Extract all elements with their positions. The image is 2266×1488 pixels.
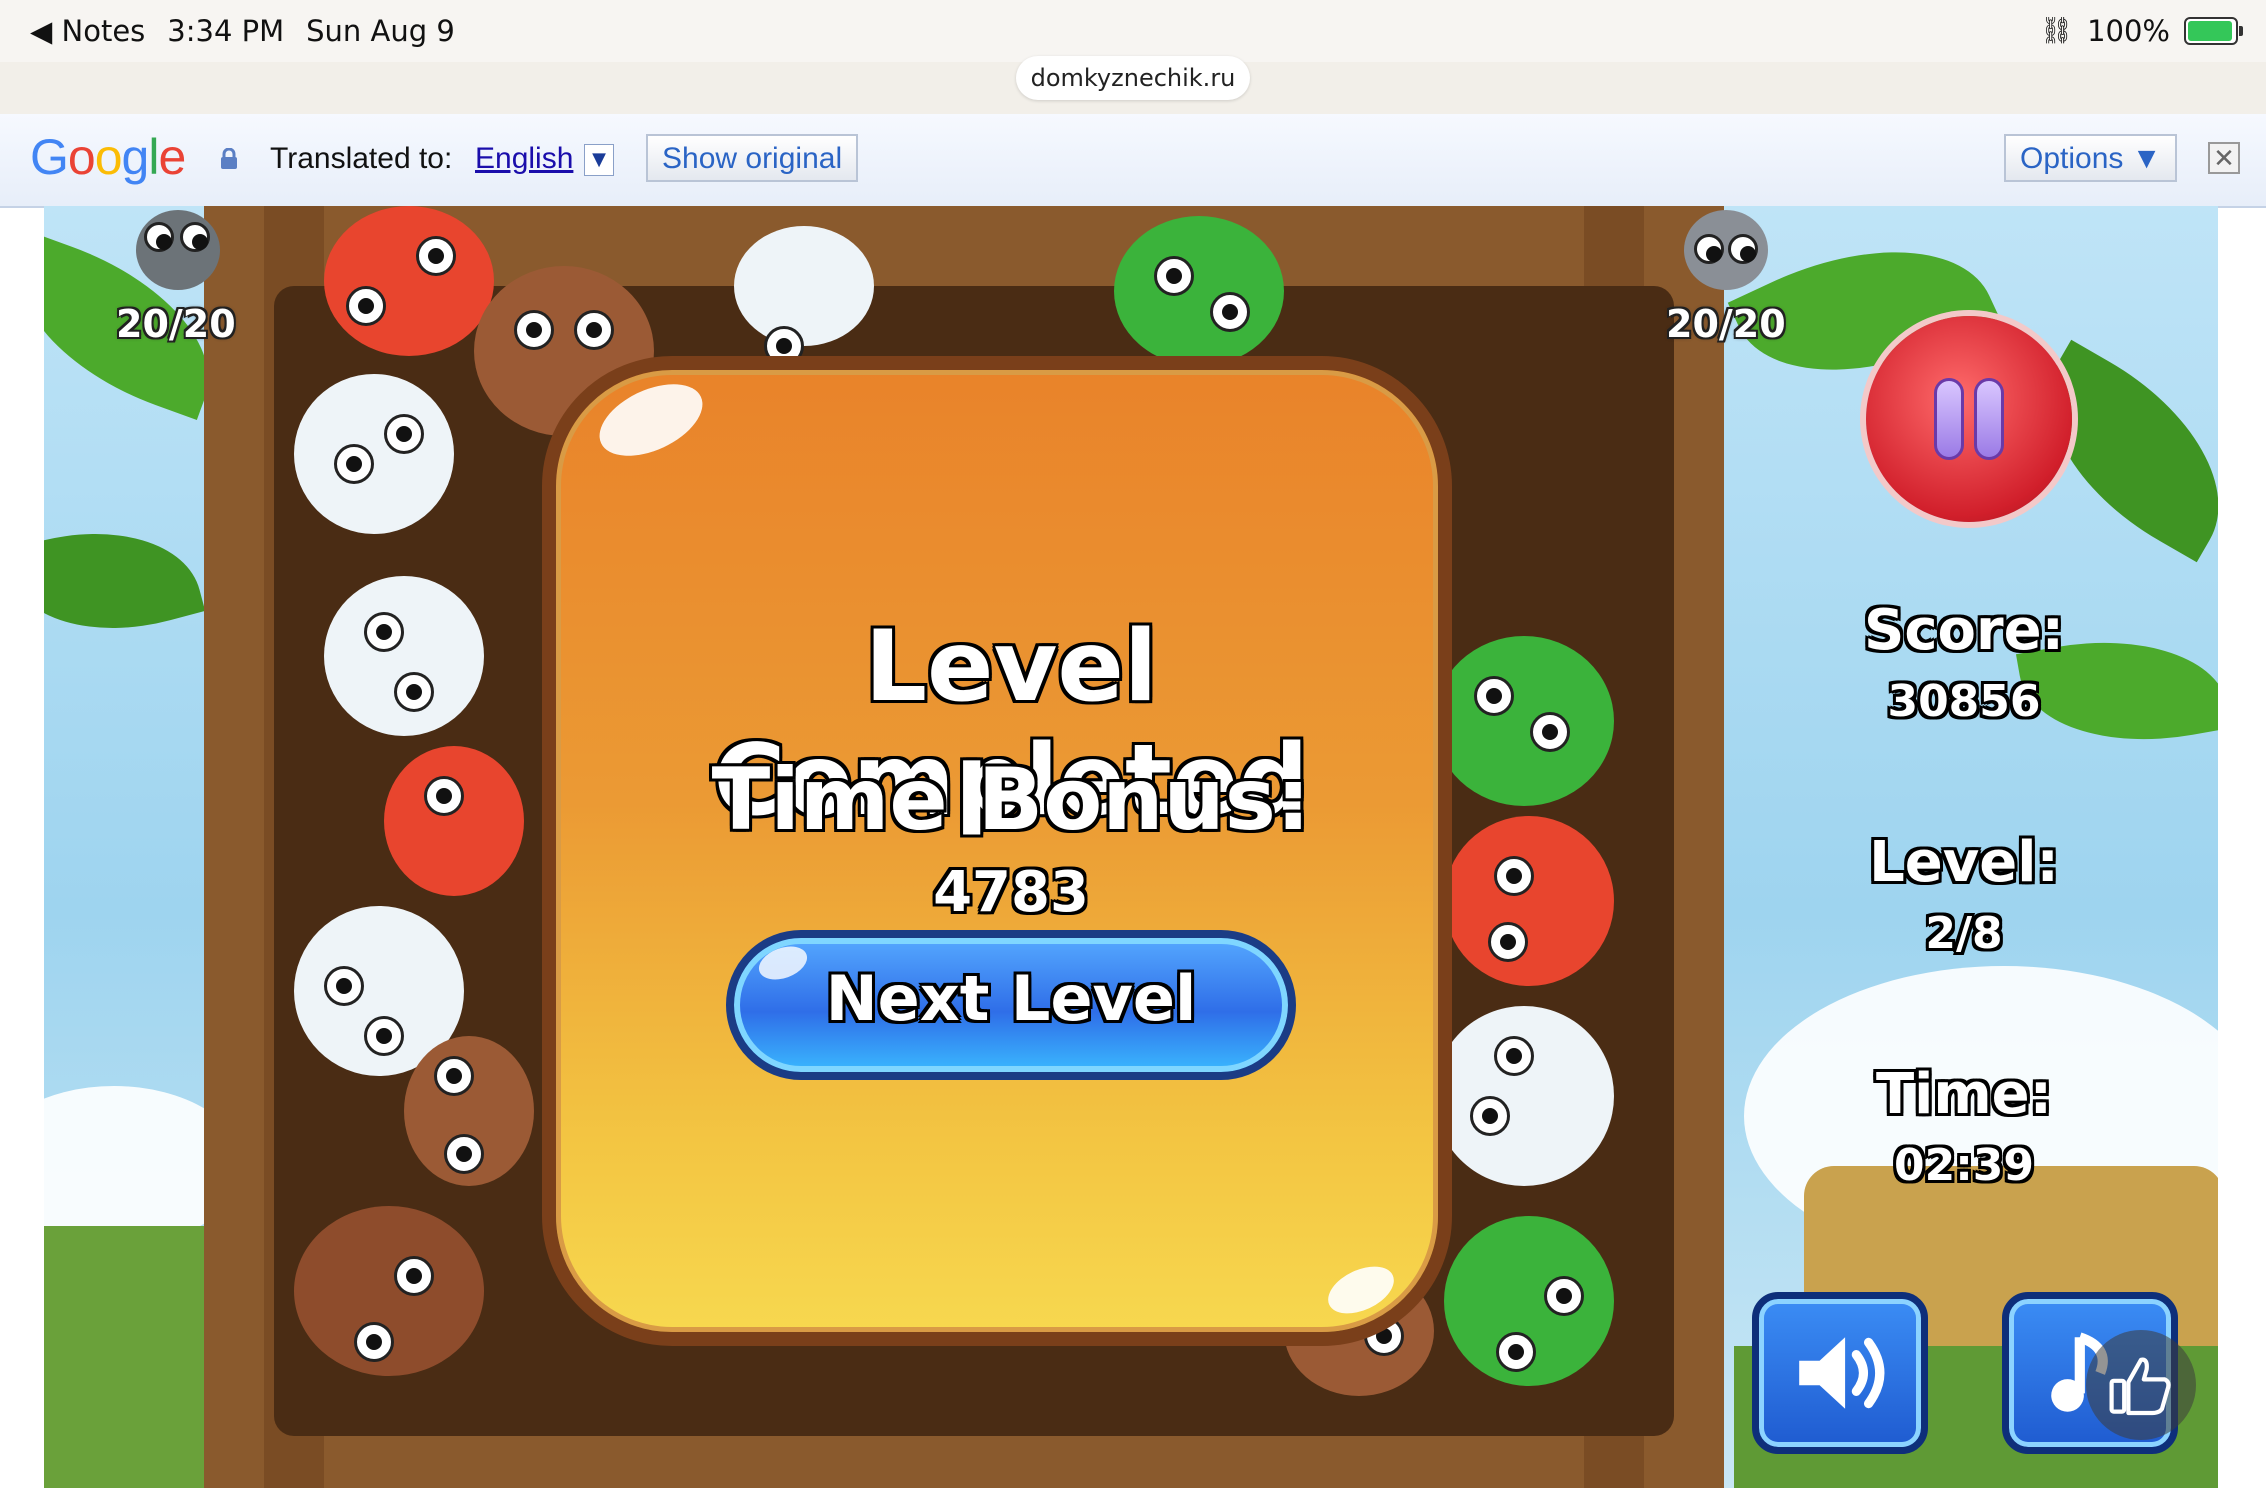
level-completed-panel: Level Completed Time Bonus: 4783 Next Le…	[542, 356, 1452, 1346]
rabbit-tile[interactable]	[324, 576, 484, 736]
language-link[interactable]: English	[475, 142, 573, 176]
time-bonus-label: Time Bonus:	[711, 750, 1311, 850]
leaf	[44, 504, 206, 658]
thumbs-up-icon	[2109, 1357, 2171, 1416]
translated-to-label: Translated to:	[270, 142, 453, 175]
raccoon-icon	[1684, 210, 1768, 290]
translate-bar: Google Translated to: English ▼ Show ori…	[0, 114, 2266, 208]
close-translate-icon[interactable]: ✕	[2208, 142, 2240, 174]
game-canvas[interactable]: 20/20 20/20 Level Completed Time Bonus: …	[44, 206, 2218, 1488]
lock-icon	[221, 148, 237, 169]
crocodile-icon	[136, 210, 220, 290]
fox-tile[interactable]	[324, 206, 494, 356]
sound-button[interactable]	[1752, 1292, 1928, 1454]
link-icon: ⛓	[2040, 16, 2074, 46]
google-logo: Google	[30, 129, 186, 185]
battery-percent: 100%	[2087, 14, 2170, 48]
left-counter: 20/20	[116, 302, 236, 346]
status-time: 3:34 PM	[167, 14, 285, 48]
fox-tile[interactable]	[1444, 816, 1614, 986]
score-label: Score:	[1864, 598, 2064, 663]
status-date: Sun Aug 9	[306, 14, 455, 48]
options-button[interactable]: Options ▼	[2004, 134, 2178, 182]
rabbit-tile[interactable]	[1434, 1006, 1614, 1186]
url-pill[interactable]: domkyznechik.ru	[1016, 56, 1250, 100]
status-bar: ◀ Notes 3:34 PM Sun Aug 9 ⛓ 100%	[0, 0, 2266, 62]
sound-icon	[1799, 1337, 1885, 1409]
time-label: Time:	[1875, 1062, 2053, 1127]
time-value: 02:39	[1893, 1140, 2035, 1191]
dino-tile[interactable]	[1114, 216, 1284, 366]
boar-tile[interactable]	[294, 1206, 484, 1376]
level-label: Level:	[1869, 830, 2059, 895]
next-level-label: Next Level	[825, 962, 1197, 1035]
score-value: 30856	[1887, 676, 2041, 727]
battery-icon	[2184, 17, 2243, 45]
fox-tile[interactable]	[384, 746, 524, 896]
next-level-button[interactable]: Next Level	[726, 930, 1296, 1080]
language-dropdown-icon[interactable]: ▼	[584, 144, 614, 176]
thumbs-up-button[interactable]	[2086, 1330, 2196, 1440]
time-bonus-value: 4783	[933, 860, 1089, 925]
boar-tile[interactable]	[404, 1036, 534, 1186]
rabbit-tile[interactable]	[734, 226, 874, 366]
rabbit-tile[interactable]	[294, 374, 454, 534]
back-to-notes-link[interactable]: ◀ Notes	[30, 14, 145, 48]
pause-button[interactable]	[1866, 316, 2072, 522]
show-original-button[interactable]: Show original	[646, 134, 859, 182]
right-counter: 20/20	[1666, 302, 1786, 346]
dino-tile[interactable]	[1444, 1216, 1614, 1386]
level-value: 2/8	[1925, 908, 2003, 959]
